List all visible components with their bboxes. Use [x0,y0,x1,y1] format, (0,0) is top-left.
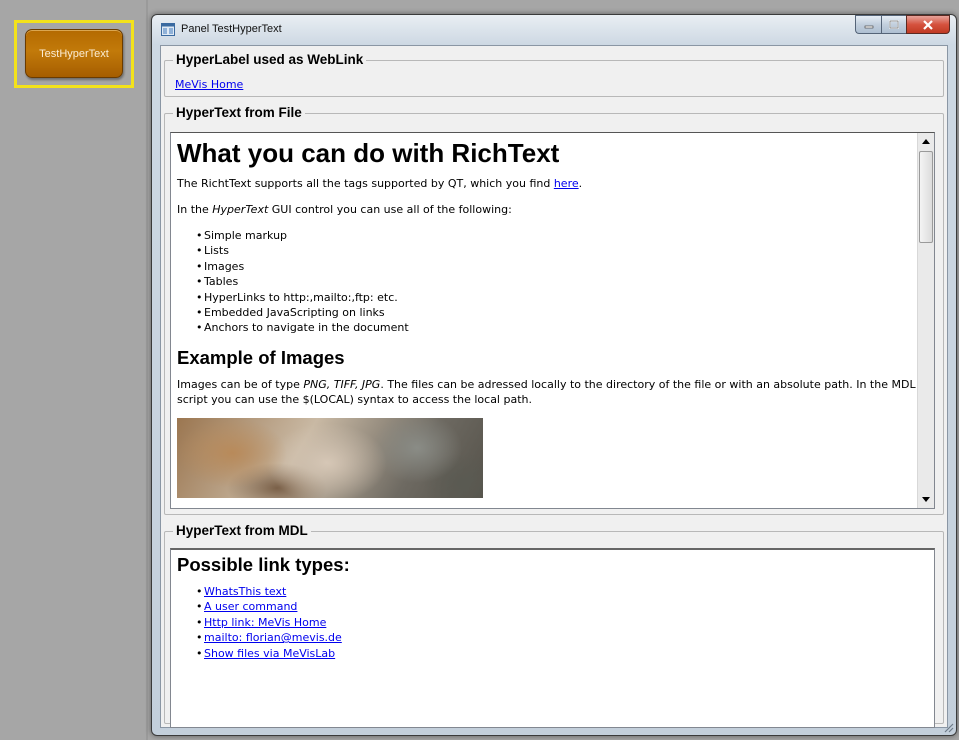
module-node-testhypertext[interactable]: TestHyperText [25,29,123,78]
list-item: Tables [196,274,917,290]
link-types-heading: Possible link types: [177,554,350,575]
window-controls [855,15,950,35]
vertical-scrollbar[interactable] [917,133,934,508]
list-item: Simple markup [196,228,917,244]
intro-period: . [578,177,583,190]
scroll-up-button[interactable] [918,133,934,150]
panel-app-icon [161,23,175,36]
images-before: Images can be of type [177,377,304,391]
window-title: Panel TestHyperText [181,23,282,35]
file-hypertext-view[interactable]: What you can do with RichText The RichtT… [170,132,935,509]
image-types: PNG, TIFF, JPG [303,377,381,391]
richtext-heading: What you can do with RichText [177,138,560,168]
minimize-icon [864,25,873,28]
scroll-up-arrow-icon [922,139,930,144]
link-types-list: WhatsThis text A user command Http link:… [177,584,934,661]
list-item: WhatsThis text [196,584,934,600]
list-item: Show files via MeVisLab [196,646,934,662]
file-hypertext-content: What you can do with RichText The RichtT… [171,133,917,508]
mdl-hypertext-view[interactable]: Possible link types: WhatsThis text A us… [170,548,935,728]
list-item: Anchors to navigate in the document [196,320,917,336]
mdl-group-title: HyperText from MDL [173,523,311,539]
minimize-button[interactable] [855,15,881,34]
panel-window: Panel TestHyperText HyperLabel used as W… [151,14,957,736]
user-command-link[interactable]: A user command [204,600,297,613]
mevis-home-link[interactable]: MeVis Home [175,78,243,91]
list-item: mailto: florian@mevis.de [196,630,934,646]
here-link[interactable]: here [554,177,579,190]
mailto-link[interactable]: mailto: florian@mevis.de [204,631,342,644]
frost-leaves-image [177,417,483,498]
richtext-intro: The RichtText supports all the tags supp… [177,176,917,191]
http-mevis-home-link[interactable]: Http link: MeVis Home [204,616,326,629]
list-item: HyperLinks to http:,mailto:,ftp: etc. [196,290,917,306]
feature-list: Simple markup Lists Images Tables HyperL… [177,228,917,336]
list-item: Lists [196,243,917,259]
list-item: Images [196,259,917,275]
maximize-button[interactable] [881,15,906,34]
scrollbar-thumb[interactable] [919,151,933,243]
weblink-group: HyperLabel used as WebLink MeVis Home [164,52,944,97]
show-files-link[interactable]: Show files via MeVisLab [204,647,335,660]
mdl-hypertext-group: HyperText from MDL Possible link types: … [164,523,944,728]
close-button[interactable] [906,15,950,34]
maximize-icon [889,20,899,29]
intro-text: The RichtText supports all the tags supp… [177,177,554,190]
para2-emphasis: HyperText [212,203,269,216]
panel-content: HyperLabel used as WebLink MeVis Home Hy… [160,45,948,728]
images-heading: Example of Images [177,346,345,368]
file-group-title: HyperText from File [173,105,305,121]
window-titlebar[interactable]: Panel TestHyperText [152,15,956,45]
images-paragraph: Images can be of type PNG, TIFF, JPG. Th… [177,377,917,407]
richtext-para2: In the HyperText GUI control you can use… [177,202,917,217]
resize-grip-icon[interactable] [942,721,954,733]
module-node-selection-frame: TestHyperText [14,20,134,88]
list-item: Http link: MeVis Home [196,615,934,631]
weblink-group-title: HyperLabel used as WebLink [173,52,367,68]
whatsthis-link[interactable]: WhatsThis text [204,585,286,598]
para2-after: GUI control you can use all of the follo… [268,203,512,216]
para2-before: In the [177,203,213,216]
close-icon [923,19,933,30]
canvas-divider [146,0,148,740]
module-node-label: TestHyperText [39,47,109,60]
list-item: A user command [196,599,934,615]
scroll-down-arrow-icon [922,497,930,502]
list-item: Embedded JavaScripting on links [196,305,917,321]
file-hypertext-group: HyperText from File What you can do with… [164,105,944,515]
scroll-down-button[interactable] [918,491,934,508]
